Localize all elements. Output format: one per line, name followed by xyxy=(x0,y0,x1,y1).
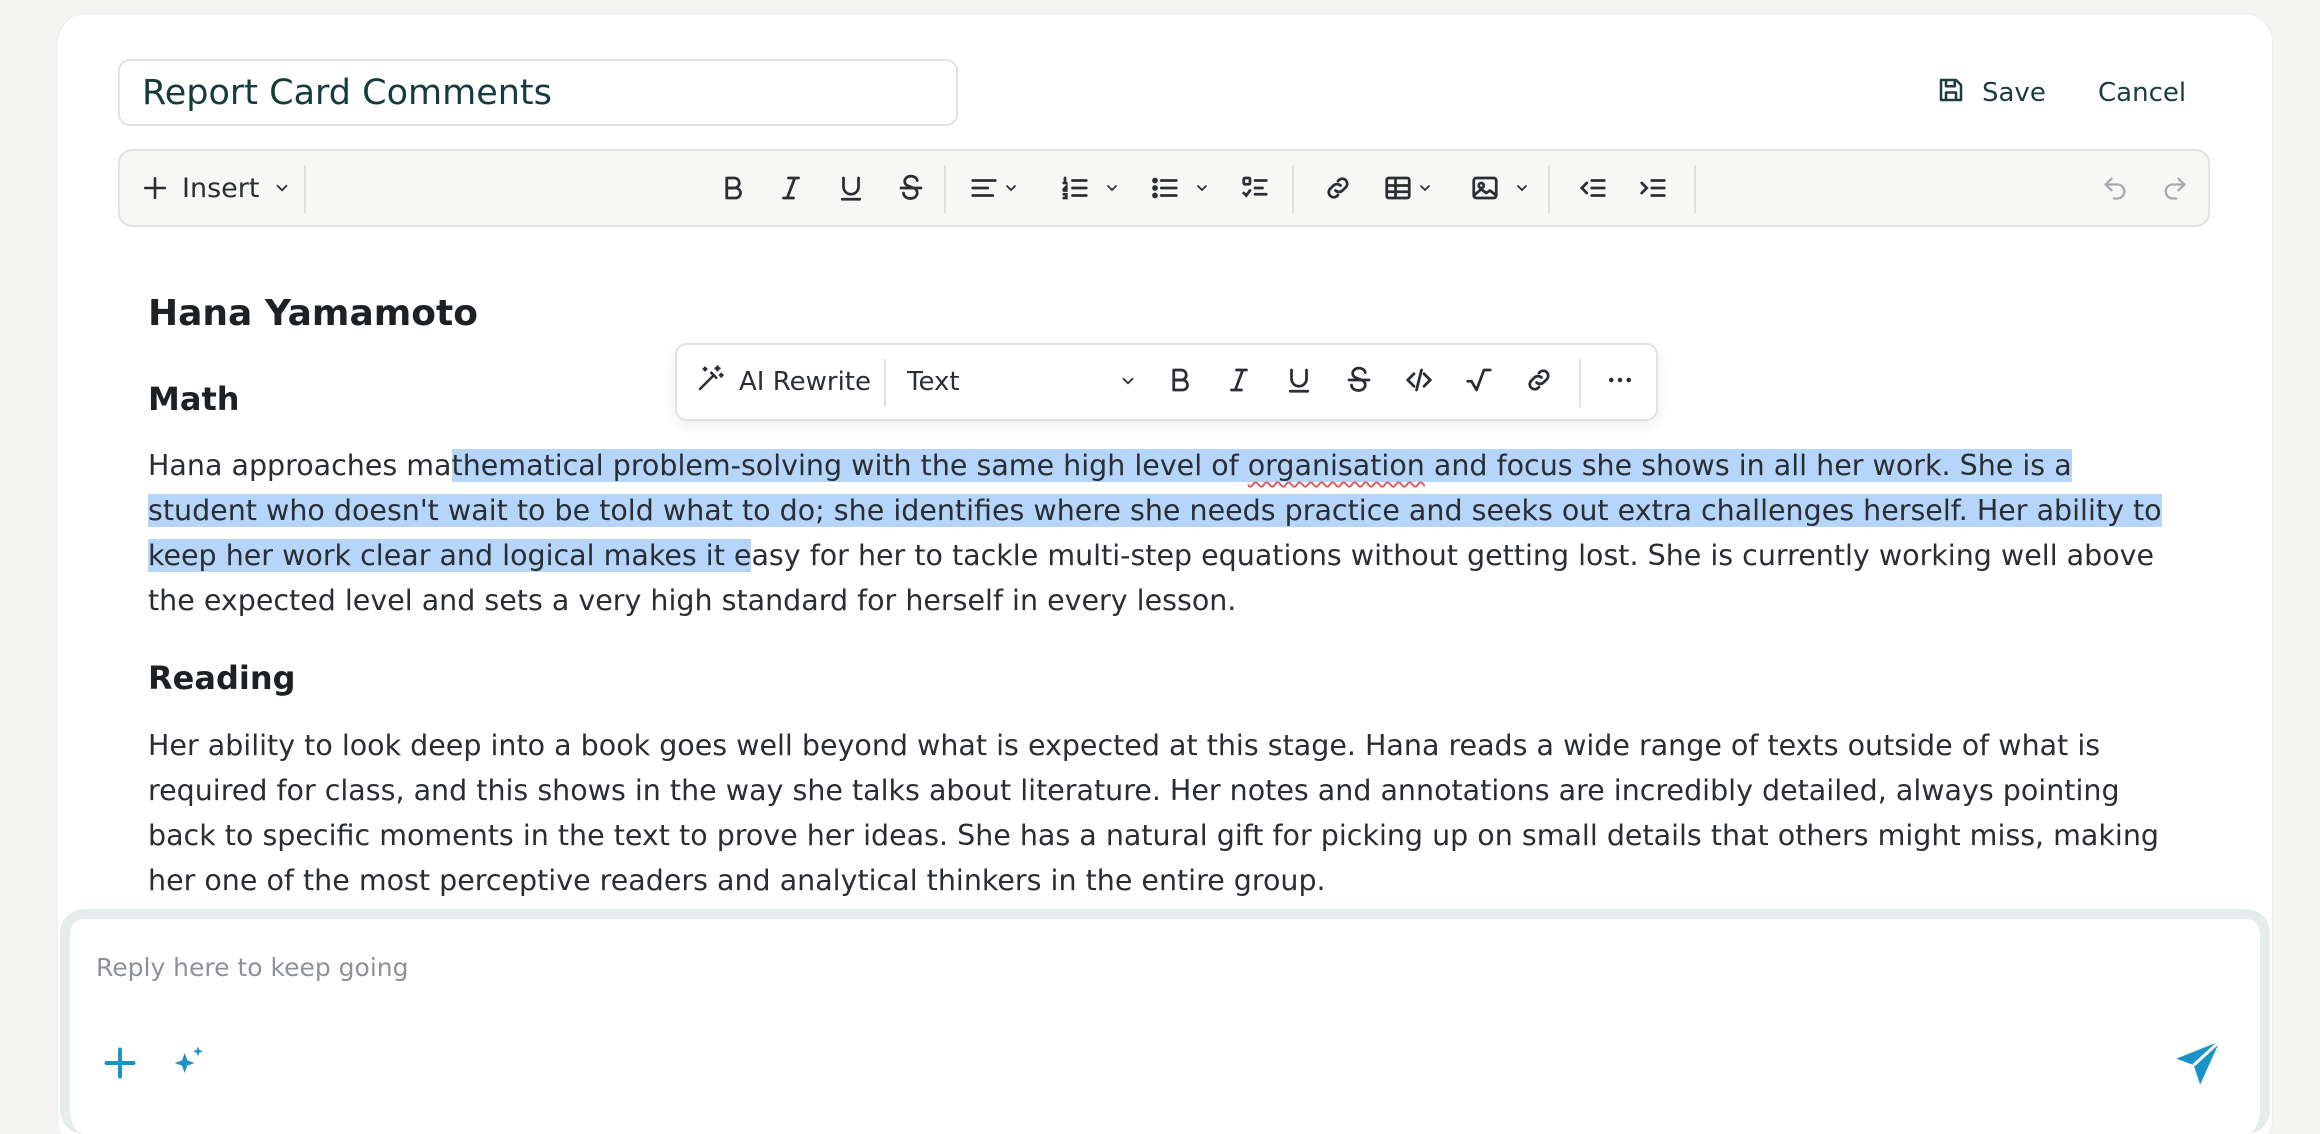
strikethrough-icon xyxy=(1344,365,1374,399)
table-icon xyxy=(1383,173,1413,203)
outdent-button[interactable] xyxy=(1568,151,1618,225)
math-heading: Math xyxy=(148,380,240,418)
toolbar-divider xyxy=(1694,165,1696,213)
sparkle-icon xyxy=(174,1046,203,1073)
underline-button[interactable] xyxy=(1274,345,1324,419)
chevron-down-icon xyxy=(1194,180,1210,196)
math-paragraph[interactable]: Hana approaches mathematical problem-sol… xyxy=(148,443,2188,623)
save-button[interactable]: Save xyxy=(1936,70,2046,116)
document-title-input[interactable] xyxy=(118,59,958,126)
italic-button[interactable] xyxy=(1214,345,1264,419)
chevron-down-icon xyxy=(1119,367,1137,397)
save-icon xyxy=(1936,75,1966,112)
bullet-list-icon xyxy=(1150,173,1180,203)
selection-toolbar: AI Rewrite Text xyxy=(675,343,1658,421)
toolbar-divider xyxy=(884,359,886,407)
italic-button[interactable] xyxy=(766,151,816,225)
table-menu-button[interactable] xyxy=(1376,151,1440,225)
indent-button[interactable] xyxy=(1628,151,1678,225)
reading-paragraph[interactable]: Her ability to look deep into a book goe… xyxy=(148,723,2188,903)
plus-icon xyxy=(104,1047,136,1079)
more-horizontal-icon xyxy=(1605,365,1635,399)
student-name-heading: Hana Yamamoto xyxy=(148,293,478,334)
plus-icon xyxy=(142,175,168,201)
underline-button[interactable] xyxy=(826,151,876,225)
outdent-icon xyxy=(1578,173,1608,203)
send-button[interactable] xyxy=(2172,1037,2224,1093)
align-left-icon xyxy=(969,173,999,203)
strikethrough-button[interactable] xyxy=(886,151,936,225)
bold-icon xyxy=(1165,365,1195,399)
align-menu-button[interactable] xyxy=(962,151,1026,225)
insert-label: Insert xyxy=(182,172,260,204)
numbered-list-icon xyxy=(1060,173,1090,203)
toolbar-divider xyxy=(1292,165,1294,213)
ai-rewrite-label: AI Rewrite xyxy=(739,367,871,397)
math-formula-button[interactable] xyxy=(1454,345,1504,419)
bold-icon xyxy=(718,173,748,203)
strikethrough-button[interactable] xyxy=(1334,345,1384,419)
more-options-button[interactable] xyxy=(1595,345,1645,419)
reply-input[interactable] xyxy=(96,947,2096,987)
undo-button[interactable] xyxy=(2090,151,2140,225)
italic-icon xyxy=(1224,365,1254,399)
toolbar-divider xyxy=(944,165,946,213)
chevron-down-icon xyxy=(1417,180,1433,196)
link-icon xyxy=(1524,365,1554,399)
redo-button[interactable] xyxy=(2150,151,2200,225)
reading-heading: Reading xyxy=(148,659,296,697)
spelling-flagged-word[interactable]: organisation xyxy=(1248,449,1425,482)
underline-icon xyxy=(1284,365,1314,399)
chevron-down-icon xyxy=(273,179,291,197)
insert-menu-button[interactable]: Insert xyxy=(142,151,291,225)
add-attachment-button[interactable] xyxy=(102,1045,138,1085)
toolbar-divider xyxy=(304,165,306,213)
formatting-toolbar: Insert xyxy=(118,149,2210,227)
square-root-icon xyxy=(1464,365,1494,399)
ai-sparkle-button[interactable] xyxy=(168,1043,208,1087)
chevron-down-icon xyxy=(1104,180,1120,196)
magic-wand-icon xyxy=(695,364,725,401)
reply-composer xyxy=(60,909,2270,1134)
send-icon xyxy=(2176,1040,2221,1085)
link-button[interactable] xyxy=(1310,151,1366,225)
checklist-icon xyxy=(1240,173,1270,203)
underline-icon xyxy=(836,173,866,203)
text-run: Hana approaches ma xyxy=(148,449,452,482)
image-icon xyxy=(1470,173,1500,203)
bold-button[interactable] xyxy=(708,151,758,225)
indent-icon xyxy=(1638,173,1668,203)
checklist-button[interactable] xyxy=(1230,151,1280,225)
toolbar-divider xyxy=(1548,165,1550,213)
bold-button[interactable] xyxy=(1155,345,1205,419)
save-label: Save xyxy=(1982,78,2046,108)
italic-icon xyxy=(776,173,806,203)
numbered-list-button[interactable] xyxy=(1052,151,1128,225)
block-type-select[interactable]: Text xyxy=(907,345,1137,419)
undo-icon xyxy=(2101,174,2129,202)
strikethrough-icon xyxy=(896,173,926,203)
toolbar-divider xyxy=(1579,359,1581,407)
text-run: thematical problem-solving with the same… xyxy=(451,449,1248,482)
code-icon xyxy=(1404,365,1434,399)
bullet-list-button[interactable] xyxy=(1142,151,1218,225)
image-menu-button[interactable] xyxy=(1462,151,1538,225)
link-button[interactable] xyxy=(1514,345,1564,419)
redo-icon xyxy=(2161,174,2189,202)
cancel-button[interactable]: Cancel xyxy=(2098,70,2186,116)
chevron-down-icon xyxy=(1003,180,1019,196)
chevron-down-icon xyxy=(1514,180,1530,196)
block-type-value: Text xyxy=(907,367,960,397)
code-button[interactable] xyxy=(1394,345,1444,419)
link-icon xyxy=(1323,173,1353,203)
ai-rewrite-button[interactable]: AI Rewrite xyxy=(695,345,871,419)
